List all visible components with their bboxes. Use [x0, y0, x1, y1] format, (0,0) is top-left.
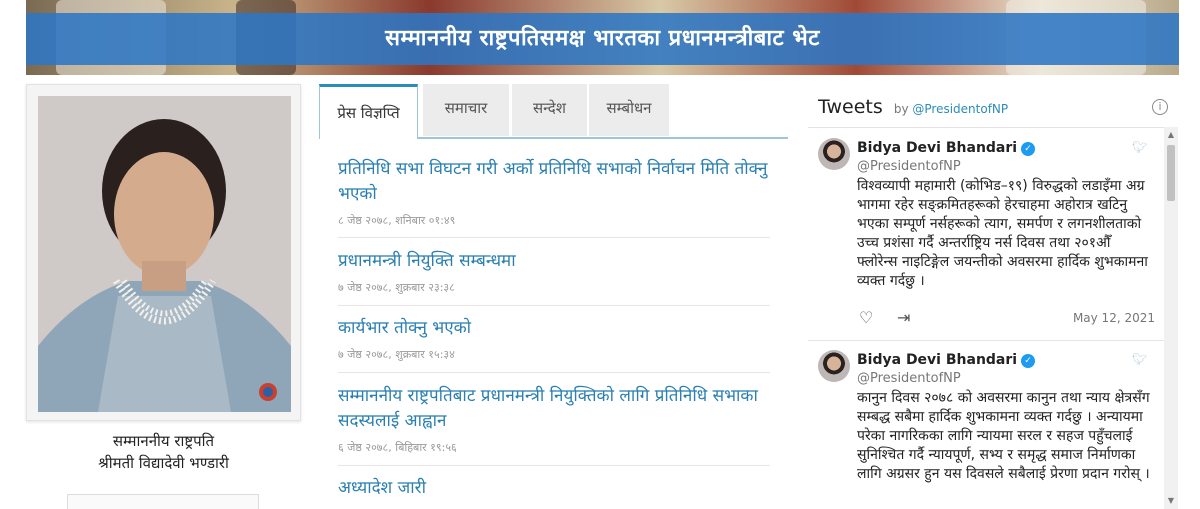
- news-date: ७ जेष्ठ २०७८, शुक्रबार १५:३४: [338, 348, 455, 361]
- twitter-bird-icon[interactable]: 🐦︎: [1132, 352, 1148, 366]
- tweet-author-handle[interactable]: @PresidentofNP: [857, 371, 961, 386]
- news-item: प्रधानमन्त्री नियुक्ति सम्बन्धमा ७ जेष्ठ…: [338, 249, 770, 295]
- tab-address[interactable]: सम्बोधन: [589, 84, 669, 136]
- info-icon[interactable]: i: [1152, 99, 1168, 115]
- news-title-link[interactable]: अध्यादेश जारी: [338, 476, 770, 501]
- news-date: ६ जेष्ठ २०७८, बिहिबार १९:५६: [338, 441, 457, 454]
- twitter-bird-icon[interactable]: 🐦︎: [1132, 140, 1148, 154]
- president-name: श्रीमती विद्यादेवी भण्डारी: [98, 454, 229, 472]
- avatar[interactable]: [818, 138, 850, 170]
- tweet-author-name[interactable]: Bidya Devi Bhandari ✓: [857, 352, 1036, 368]
- tweet-actions: ♡ ⇥ May 12, 2021: [857, 308, 1155, 328]
- share-icon[interactable]: ⇥: [897, 308, 910, 327]
- news-item: कार्यभार तोक्नु भएको ७ जेष्ठ २०७८, शुक्र…: [338, 316, 770, 362]
- tweet-date[interactable]: May 12, 2021: [1073, 311, 1155, 325]
- news-item: सम्माननीय राष्ट्रपतिबाट प्रधानमन्त्री नि…: [338, 384, 770, 455]
- tab-message[interactable]: सन्देश: [512, 84, 587, 136]
- heart-icon[interactable]: ♡: [859, 308, 873, 327]
- news-item: अध्यादेश जारी: [338, 476, 770, 501]
- news-item: प्रतिनिधि सभा विघटन गरी अर्को प्रतिनिधि …: [338, 157, 770, 228]
- tweets-timeline[interactable]: Bidya Devi Bhandari ✓ @PresidentofNP 🐦︎ व…: [808, 127, 1178, 509]
- news-date: ८ जेष्ठ २०७८, शनिबार ०१:४९: [338, 214, 456, 227]
- banner-title: सम्माननीय राष्ट्रपतिसमक्ष भारतका प्रधानम…: [385, 26, 820, 51]
- tab-news[interactable]: समाचार: [423, 84, 509, 136]
- news-title-link[interactable]: प्रधानमन्त्री नियुक्ति सम्बन्धमा: [338, 249, 770, 274]
- president-photo-card: [26, 84, 301, 421]
- divider: [338, 305, 770, 306]
- tweet: Bidya Devi Bhandari ✓ @PresidentofNP 🐦︎ व…: [808, 128, 1160, 338]
- verified-badge-icon: ✓: [1021, 142, 1036, 156]
- tweets-by-handle-link[interactable]: @PresidentofNP: [912, 102, 1008, 116]
- tweet-text: विश्वव्यापी महामारी (कोभिड–१९) विरुद्धको…: [857, 178, 1148, 289]
- tab-press-release[interactable]: प्रेस विज्ञप्ति: [319, 84, 418, 139]
- divider: [338, 237, 770, 238]
- left-bottom-panel: [67, 494, 259, 509]
- tweet-author-name[interactable]: Bidya Devi Bhandari ✓: [857, 140, 1036, 156]
- president-title: सम्माननीय राष्ट्रपति: [112, 432, 215, 450]
- tweet-text: कानुन दिवस २०७८ को अवसरमा कानुन तथा न्या…: [857, 390, 1150, 482]
- scroll-thumb[interactable]: [1167, 145, 1175, 201]
- verified-badge-icon: ✓: [1021, 354, 1036, 368]
- tweet: Bidya Devi Bhandari ✓ @PresidentofNP 🐦︎ क…: [808, 340, 1160, 509]
- tweets-heading: Tweets: [818, 96, 883, 118]
- news-title-link[interactable]: सम्माननीय राष्ट्रपतिबाट प्रधानमन्त्री नि…: [338, 384, 770, 434]
- scroll-down-arrow-icon[interactable]: ▼: [1166, 496, 1176, 506]
- avatar[interactable]: [818, 350, 850, 382]
- news-title-link[interactable]: कार्यभार तोक्नु भएको: [338, 316, 770, 341]
- portrait-illustration: [38, 96, 291, 412]
- scroll-up-arrow-icon[interactable]: ▲: [1166, 130, 1176, 140]
- news-tabs: प्रेस विज्ञप्ति समाचार सन्देश सम्बोधन: [319, 84, 788, 139]
- banner: सम्माननीय राष्ट्रपतिसमक्ष भारतका प्रधानम…: [26, 0, 1179, 75]
- tweets-by: by @PresidentofNP: [893, 102, 1009, 116]
- divider: [338, 465, 770, 466]
- news-date: ७ जेष्ठ २०७८, शुक्रबार २३:३८: [338, 281, 455, 294]
- divider: [338, 372, 770, 373]
- president-photo: [38, 96, 291, 412]
- tweet-author-handle[interactable]: @PresidentofNP: [857, 159, 961, 174]
- news-title-link[interactable]: प्रतिनिधि सभा विघटन गरी अर्को प्रतिनिधि …: [338, 157, 770, 207]
- tweets-scrollbar[interactable]: ▲ ▼: [1164, 127, 1178, 509]
- tweets-header: Tweets by @PresidentofNP i: [818, 96, 1170, 122]
